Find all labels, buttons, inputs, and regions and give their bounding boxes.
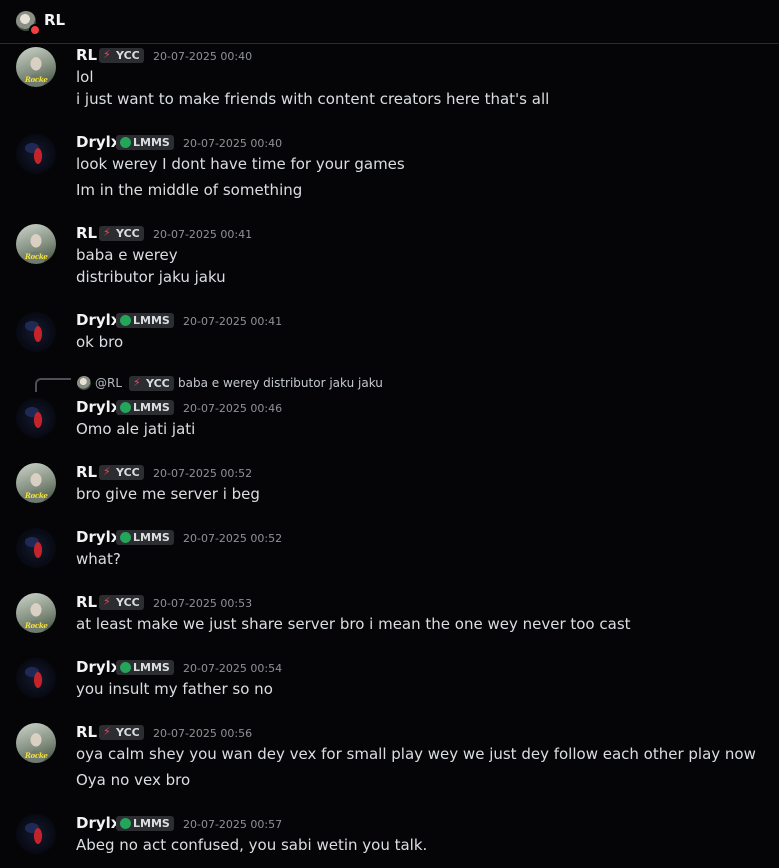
channel-title: RL — [44, 11, 66, 29]
username[interactable]: RL — [76, 224, 97, 242]
user-avatar[interactable] — [16, 658, 56, 698]
message-text: Oya no vex bro — [76, 771, 191, 789]
message-text: look werey I dont have time for your gam… — [76, 155, 405, 173]
user-avatar[interactable] — [16, 528, 56, 568]
message-text: what? — [76, 550, 121, 568]
user-avatar[interactable]: Rocke — [16, 723, 56, 763]
leaf-icon — [120, 402, 131, 413]
username[interactable]: Drylx — [76, 528, 120, 546]
user-avatar[interactable]: Rocke — [16, 593, 56, 633]
message-text: Abeg no act confused, you sabi wetin you… — [76, 836, 428, 854]
username[interactable]: Drylx — [76, 814, 120, 832]
username[interactable]: RL — [76, 723, 97, 741]
message-text: you insult my father so no — [76, 680, 273, 698]
reply-mention[interactable]: @RL — [95, 376, 122, 391]
leaf-icon — [120, 662, 131, 673]
user-avatar[interactable] — [16, 398, 56, 438]
timestamp: 20-07-2025 00:40 — [183, 137, 283, 150]
timestamp: 20-07-2025 00:53 — [153, 597, 253, 610]
lightning-icon: ⚡ — [103, 595, 111, 608]
lightning-icon: ⚡ — [133, 376, 141, 389]
user-avatar[interactable] — [16, 814, 56, 854]
dnd-status-icon — [29, 24, 41, 36]
username[interactable]: Drylx — [76, 658, 120, 676]
username[interactable]: RL — [76, 593, 97, 611]
reply-preview-text[interactable]: baba e werey distributor jaku jaku — [178, 376, 383, 391]
user-avatar[interactable]: Rocke — [16, 224, 56, 264]
leaf-icon — [120, 315, 131, 326]
server-tag-badge[interactable]: LMMS — [116, 313, 174, 328]
timestamp: 20-07-2025 00:57 — [183, 818, 283, 831]
message-text: oya calm shey you wan dey vex for small … — [76, 745, 756, 763]
timestamp: 20-07-2025 00:41 — [153, 228, 253, 241]
timestamp: 20-07-2025 00:40 — [153, 50, 253, 63]
server-tag-badge[interactable]: ⚡ YCC — [99, 226, 144, 241]
reply-user-avatar[interactable] — [77, 376, 91, 390]
server-tag-badge[interactable]: ⚡ YCC — [99, 465, 144, 480]
user-avatar[interactable]: Rocke — [16, 47, 56, 87]
server-tag-badge[interactable]: LMMS — [116, 660, 174, 675]
channel-header: RL — [0, 0, 779, 44]
timestamp: 20-07-2025 00:52 — [153, 467, 253, 480]
message-text: Im in the middle of something — [76, 181, 303, 199]
timestamp: 20-07-2025 00:54 — [183, 662, 283, 675]
timestamp: 20-07-2025 00:52 — [183, 532, 283, 545]
username[interactable]: Drylx — [76, 133, 120, 151]
server-tag-badge[interactable]: LMMS — [116, 816, 174, 831]
reply-connector — [35, 378, 71, 392]
timestamp: 20-07-2025 00:46 — [183, 402, 283, 415]
message-text: i just want to make friends with content… — [76, 90, 550, 108]
message-text: ok bro — [76, 333, 124, 351]
leaf-icon — [120, 818, 131, 829]
user-avatar[interactable] — [16, 134, 56, 174]
server-tag-badge[interactable]: LMMS — [116, 400, 174, 415]
server-tag-badge[interactable]: ⚡ YCC — [99, 48, 144, 63]
user-avatar[interactable] — [16, 312, 56, 352]
message-text: lol — [76, 68, 94, 86]
username[interactable]: Drylx — [76, 311, 120, 329]
reply-server-tag-badge[interactable]: ⚡ YCC — [129, 376, 174, 391]
username[interactable]: RL — [76, 463, 97, 481]
leaf-icon — [120, 532, 131, 543]
lightning-icon: ⚡ — [103, 48, 111, 61]
username[interactable]: RL — [76, 46, 97, 64]
user-avatar[interactable]: Rocke — [16, 463, 56, 503]
timestamp: 20-07-2025 00:41 — [183, 315, 283, 328]
server-tag-badge[interactable]: LMMS — [116, 530, 174, 545]
timestamp: 20-07-2025 00:56 — [153, 727, 253, 740]
server-tag-badge[interactable]: ⚡ YCC — [99, 595, 144, 610]
message-text: Omo ale jati jati — [76, 420, 196, 438]
server-tag-badge[interactable]: LMMS — [116, 135, 174, 150]
message-text: bro give me server i beg — [76, 485, 260, 503]
message-text: at least make we just share server bro i… — [76, 615, 631, 633]
lightning-icon: ⚡ — [103, 226, 111, 239]
lightning-icon: ⚡ — [103, 465, 111, 478]
username[interactable]: Drylx — [76, 398, 120, 416]
message-text: distributor jaku jaku — [76, 268, 226, 286]
lightning-icon: ⚡ — [103, 725, 111, 738]
leaf-icon — [120, 137, 131, 148]
message-text: baba e werey — [76, 246, 178, 264]
server-tag-badge[interactable]: ⚡ YCC — [99, 725, 144, 740]
